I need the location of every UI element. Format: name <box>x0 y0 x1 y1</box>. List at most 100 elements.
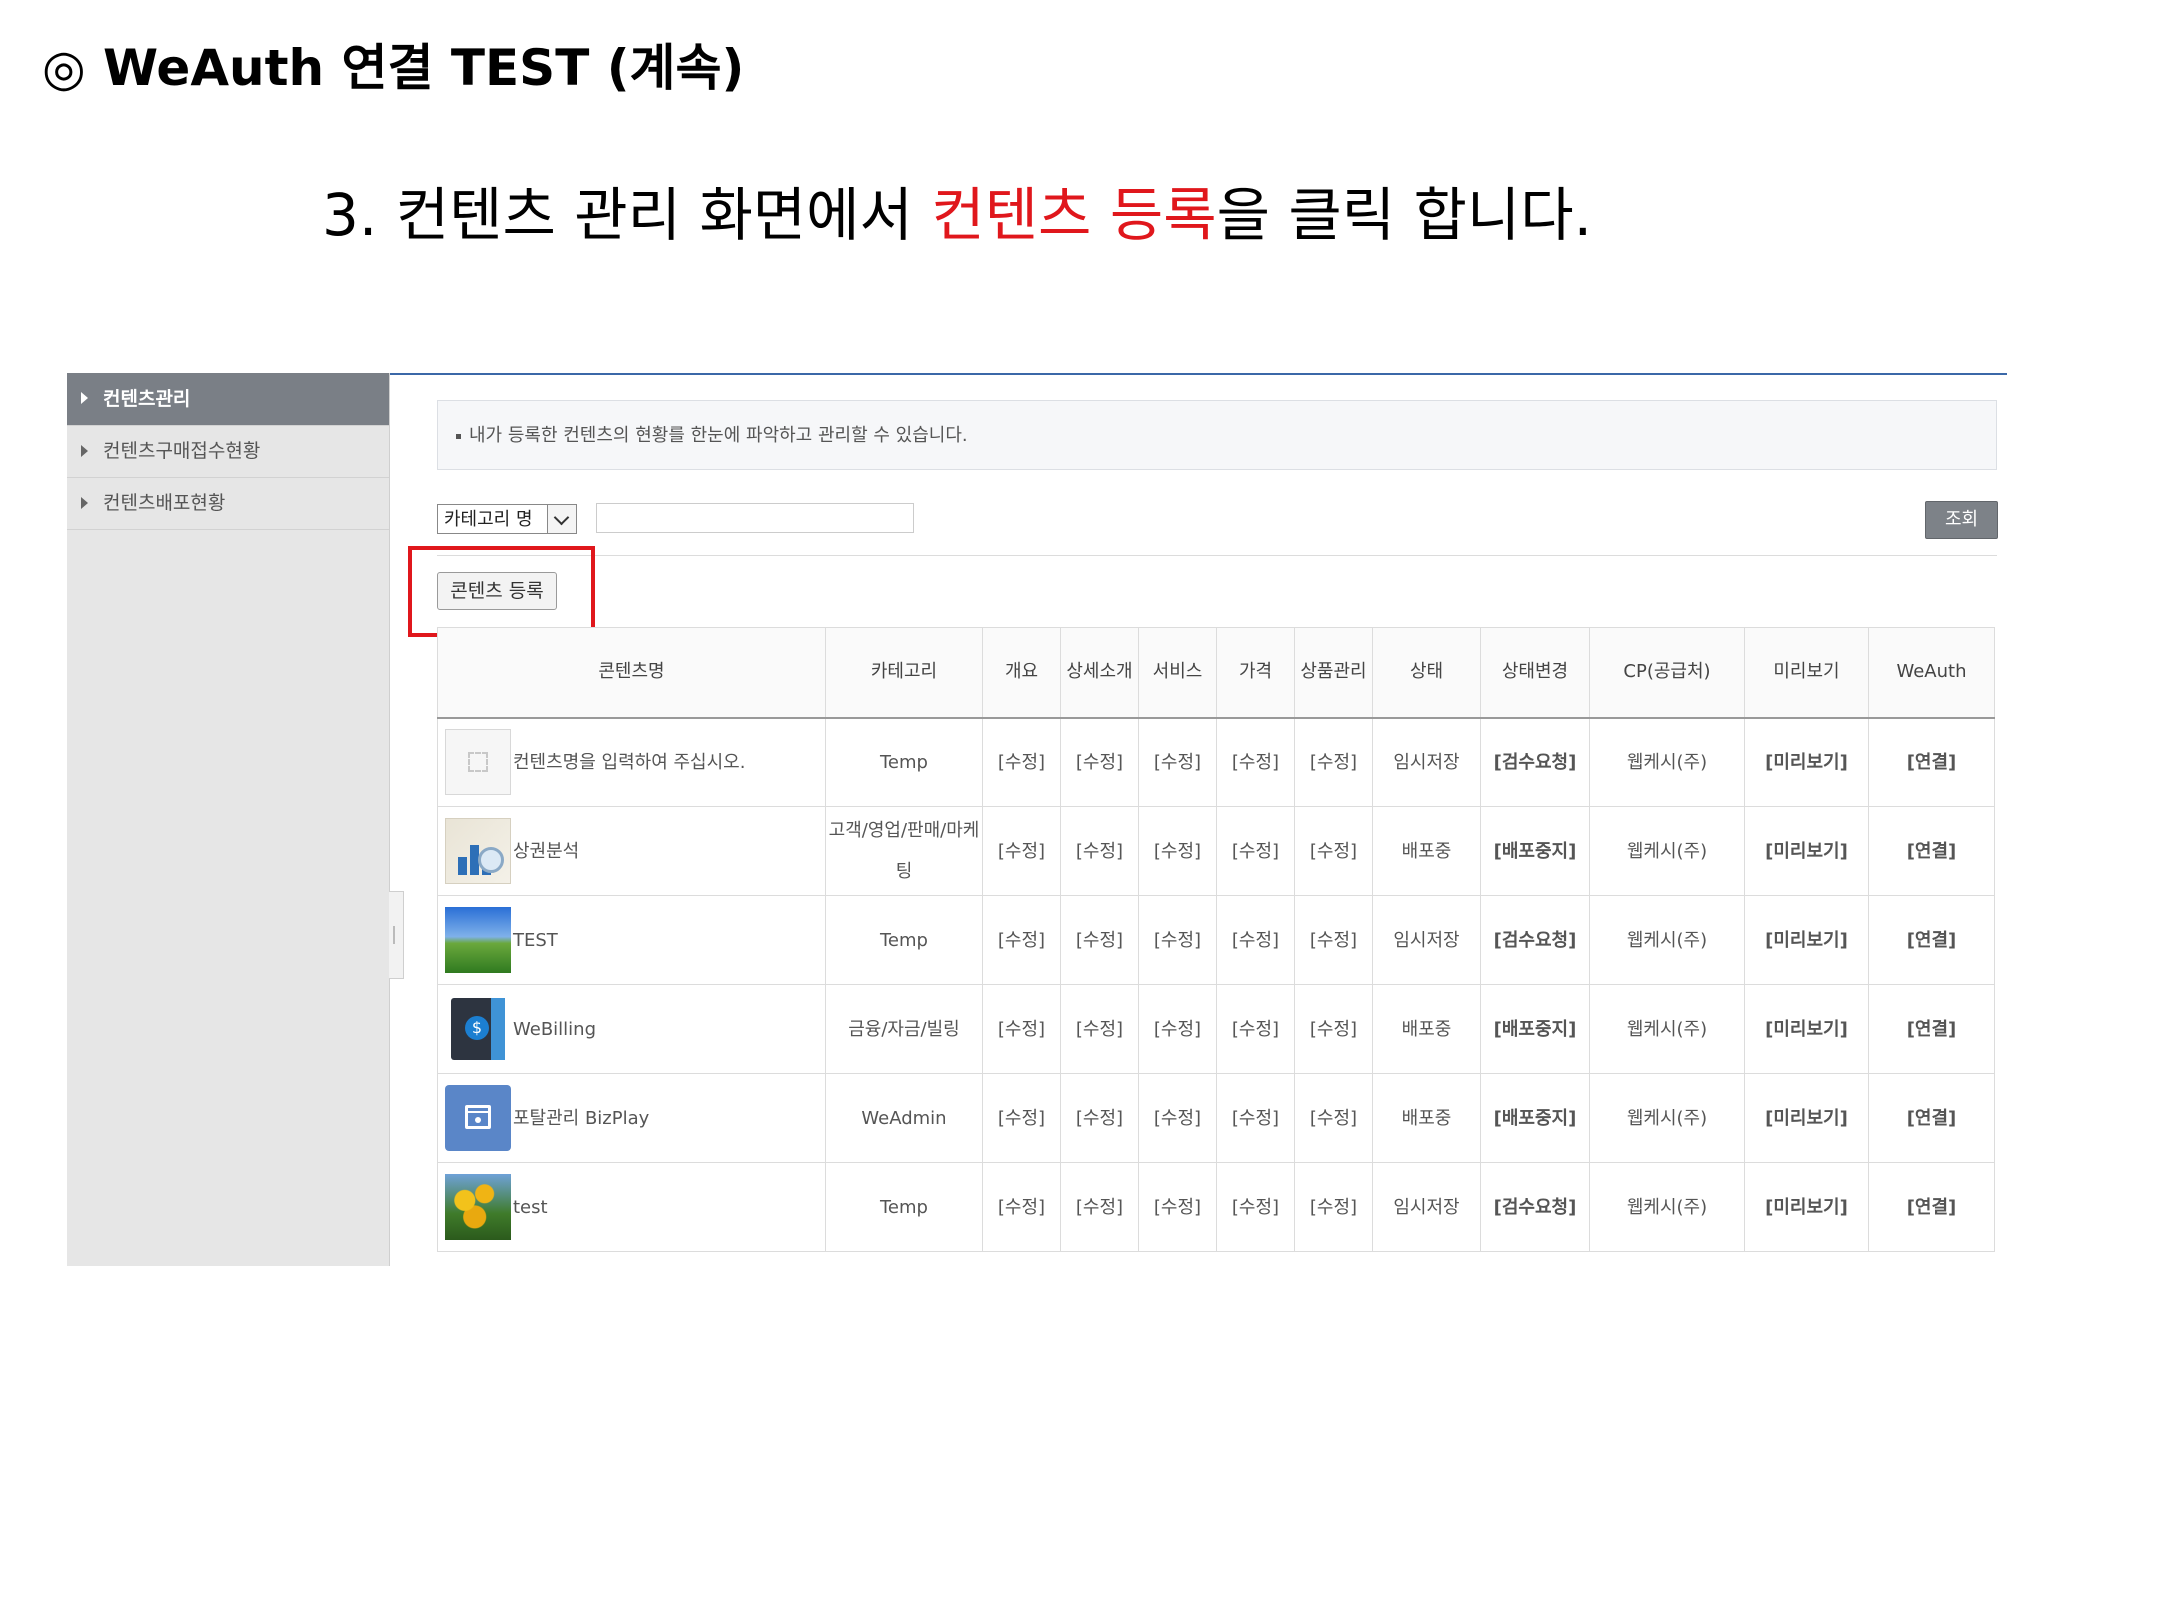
table-row: $ WeBilling 금융/자금/빌링 [수정] [수정] [수정] [수정] … <box>437 984 1995 1074</box>
content-name-cell[interactable]: 포탈관리 BizPlay <box>437 1073 826 1163</box>
edit-service-link[interactable]: [수정] <box>1138 895 1217 985</box>
column-header: CP(공급처) <box>1589 627 1745 718</box>
edit-detail-link[interactable]: [수정] <box>1060 717 1139 807</box>
status-cell: 임시저장 <box>1372 1162 1481 1252</box>
edit-product-link[interactable]: [수정] <box>1294 1162 1373 1252</box>
edit-detail-link[interactable]: [수정] <box>1060 895 1139 985</box>
edit-price-link[interactable]: [수정] <box>1216 1073 1295 1163</box>
chevron-right-icon <box>81 392 88 404</box>
search-button[interactable]: 조회 <box>1925 501 1998 539</box>
chevron-right-icon <box>81 445 88 457</box>
edit-product-link[interactable]: [수정] <box>1294 984 1373 1074</box>
content-name-cell[interactable]: 컨텐츠명을 입력하여 주십시오. <box>437 717 826 807</box>
billing-book-icon: $ <box>445 996 511 1062</box>
edit-service-link[interactable]: [수정] <box>1138 1162 1217 1252</box>
edit-overview-link[interactable]: [수정] <box>982 1073 1061 1163</box>
edit-detail-link[interactable]: [수정] <box>1060 984 1139 1074</box>
category-select[interactable]: 카테고리 명 <box>437 504 577 534</box>
edit-product-link[interactable]: [수정] <box>1294 1073 1373 1163</box>
chevron-down-icon[interactable] <box>547 505 576 533</box>
preview-link[interactable]: [미리보기] <box>1744 717 1869 807</box>
admin-window-icon <box>445 1085 511 1151</box>
weauth-connect-link[interactable]: [연결] <box>1868 895 1995 985</box>
edit-overview-link[interactable]: [수정] <box>982 895 1061 985</box>
landscape-image <box>445 907 511 973</box>
highlight-box <box>408 546 595 637</box>
status-change-link[interactable]: [배포중지] <box>1480 1073 1590 1163</box>
weauth-connect-link[interactable]: [연결] <box>1868 984 1995 1074</box>
table-row: 포탈관리 BizPlay WeAdmin [수정] [수정] [수정] [수정]… <box>437 1073 1995 1163</box>
edit-product-link[interactable]: [수정] <box>1294 895 1373 985</box>
content-name: 컨텐츠명을 입력하여 주십시오. <box>513 751 746 773</box>
header-line <box>389 373 2007 375</box>
instruction-after: 을 클릭 합니다. <box>1216 181 1593 249</box>
content-name-cell[interactable]: test <box>437 1162 826 1252</box>
edit-overview-link[interactable]: [수정] <box>982 806 1061 896</box>
edit-service-link[interactable]: [수정] <box>1138 1073 1217 1163</box>
cp-cell: 웹케시(주) <box>1589 1073 1745 1163</box>
edit-overview-link[interactable]: [수정] <box>982 984 1061 1074</box>
weauth-connect-link[interactable]: [연결] <box>1868 1162 1995 1252</box>
edit-detail-link[interactable]: [수정] <box>1060 1162 1139 1252</box>
preview-link[interactable]: [미리보기] <box>1744 806 1869 896</box>
status-cell: 임시저장 <box>1372 717 1481 807</box>
sidebar-item-deploy-status[interactable]: 컨텐츠배포현황 <box>67 478 389 530</box>
weauth-connect-link[interactable]: [연결] <box>1868 717 1995 807</box>
tulips-image <box>445 1174 511 1240</box>
status-change-link[interactable]: [검수요청] <box>1480 895 1590 985</box>
sidebar: 컨텐츠관리 컨텐츠구매접수현황 컨텐츠배포현황 <box>67 373 390 1266</box>
column-header: 콘텐츠명 <box>437 627 826 718</box>
content-name-cell[interactable]: 상권분석 <box>437 806 826 896</box>
preview-link[interactable]: [미리보기] <box>1744 1162 1869 1252</box>
edit-service-link[interactable]: [수정] <box>1138 717 1217 807</box>
column-header: 서비스 <box>1138 627 1217 718</box>
status-change-link[interactable]: [검수요청] <box>1480 717 1590 807</box>
status-change-link[interactable]: [배포중지] <box>1480 806 1590 896</box>
cp-cell: 웹케시(주) <box>1589 895 1745 985</box>
edit-price-link[interactable]: [수정] <box>1216 806 1295 896</box>
edit-product-link[interactable]: [수정] <box>1294 806 1373 896</box>
instruction-highlight: 컨텐츠 등록 <box>931 181 1217 249</box>
edit-price-link[interactable]: [수정] <box>1216 717 1295 807</box>
status-change-link[interactable]: [배포중지] <box>1480 984 1590 1074</box>
edit-product-link[interactable]: [수정] <box>1294 717 1373 807</box>
bullet-icon <box>456 433 461 439</box>
edit-detail-link[interactable]: [수정] <box>1060 806 1139 896</box>
cp-cell: 웹케시(주) <box>1589 806 1745 896</box>
category-cell: Temp <box>825 717 983 807</box>
preview-link[interactable]: [미리보기] <box>1744 984 1869 1074</box>
column-header: 상품관리 <box>1294 627 1373 718</box>
table-row: TEST Temp [수정] [수정] [수정] [수정] [수정] 임시저장 … <box>437 895 1995 985</box>
weauth-connect-link[interactable]: [연결] <box>1868 1073 1995 1163</box>
search-input[interactable] <box>596 503 914 533</box>
sidebar-item-label: 컨텐츠구매접수현황 <box>103 440 261 462</box>
sidebar-item-label: 컨텐츠관리 <box>103 388 191 410</box>
sidebar-item-label: 컨텐츠배포현황 <box>103 492 226 514</box>
edit-detail-link[interactable]: [수정] <box>1060 1073 1139 1163</box>
sidebar-item-content-management[interactable]: 컨텐츠관리 <box>67 373 389 426</box>
content-name: WeBilling <box>513 1018 597 1040</box>
column-header: 가격 <box>1216 627 1295 718</box>
edit-overview-link[interactable]: [수정] <box>982 1162 1061 1252</box>
sidebar-collapse-handle[interactable] <box>389 891 404 979</box>
preview-link[interactable]: [미리보기] <box>1744 895 1869 985</box>
notice-box: 내가 등록한 컨텐츠의 현황를 한눈에 파악하고 관리할 수 있습니다. <box>437 400 1997 470</box>
status-change-link[interactable]: [검수요청] <box>1480 1162 1590 1252</box>
edit-price-link[interactable]: [수정] <box>1216 984 1295 1074</box>
edit-price-link[interactable]: [수정] <box>1216 895 1295 985</box>
edit-overview-link[interactable]: [수정] <box>982 717 1061 807</box>
edit-service-link[interactable]: [수정] <box>1138 806 1217 896</box>
sidebar-item-purchase-status[interactable]: 컨텐츠구매접수현황 <box>67 426 389 478</box>
slide-title: ◎ WeAuth 연결 TEST (계속) <box>42 39 745 97</box>
content-name: 상권분석 <box>513 840 580 862</box>
status-cell: 배포중 <box>1372 1073 1481 1163</box>
content-name-cell[interactable]: $ WeBilling <box>437 984 826 1074</box>
preview-link[interactable]: [미리보기] <box>1744 1073 1869 1163</box>
content-name: 포탈관리 BizPlay <box>513 1107 650 1129</box>
content-name-cell[interactable]: TEST <box>437 895 826 985</box>
edit-price-link[interactable]: [수정] <box>1216 1162 1295 1252</box>
weauth-connect-link[interactable]: [연결] <box>1868 806 1995 896</box>
column-header: 카테고리 <box>825 627 983 718</box>
edit-service-link[interactable]: [수정] <box>1138 984 1217 1074</box>
instruction-before: 3. 컨텐츠 관리 화면에서 <box>322 181 932 249</box>
